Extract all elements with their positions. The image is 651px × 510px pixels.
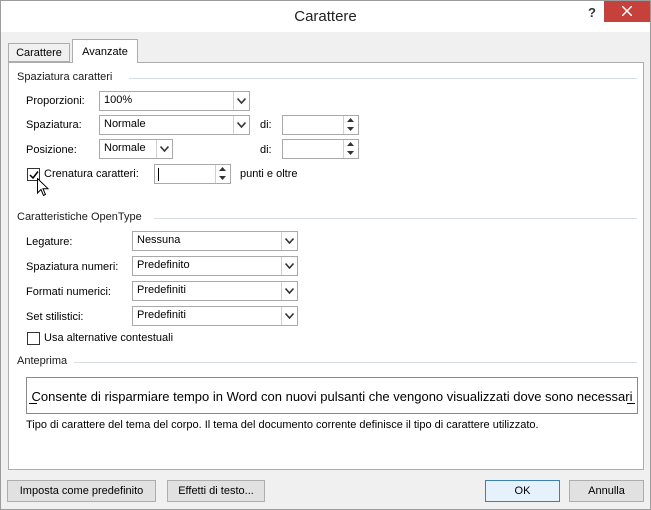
stylistic-sets-value: Predefiniti (137, 309, 186, 321)
chevron-down-icon[interactable] (281, 232, 297, 250)
spin-up-icon[interactable] (344, 140, 358, 149)
title-bar: Carattere ? (1, 1, 650, 32)
preview-section-title: Anteprima (17, 355, 68, 367)
section-divider (74, 362, 637, 363)
spinner-buttons (215, 165, 230, 183)
spacing-value: Normale (104, 118, 146, 130)
position-by-spinner[interactable] (282, 139, 359, 159)
ligatures-value: Nessuna (137, 234, 181, 246)
text-caret (158, 168, 159, 181)
preview-baseline-marker (627, 403, 635, 404)
advanced-tab-panel: Spaziatura caratteri Proporzioni: 100% S… (8, 62, 644, 470)
help-button[interactable]: ? (585, 5, 599, 21)
number-forms-combo[interactable]: Predefiniti (132, 281, 298, 301)
tab-avanzate[interactable]: Avanzate (72, 39, 138, 63)
spacing-label: Spaziatura: (26, 119, 82, 131)
number-spacing-combo[interactable]: Predefinito (132, 256, 298, 276)
chevron-down-icon[interactable] (233, 92, 249, 110)
contextual-alternates-checkbox[interactable] (27, 332, 40, 345)
proportions-value: 100% (104, 94, 133, 106)
ligatures-combo[interactable]: Nessuna (132, 231, 298, 251)
set-default-button[interactable]: Imposta come predefinito (7, 480, 156, 502)
ok-button[interactable]: OK (485, 480, 560, 502)
stylistic-sets-label: Set stilistici: (26, 311, 84, 323)
spinner-buttons (343, 140, 358, 158)
section-divider (154, 218, 637, 219)
spacing-section-title: Spaziatura caratteri (17, 71, 113, 83)
chevron-down-icon[interactable] (281, 307, 297, 325)
tab-carattere-label: Carattere (16, 47, 62, 59)
font-dialog: Carattere ? Carattere Avanzate Spaziatur… (0, 0, 651, 510)
number-spacing-value: Predefinito (137, 259, 190, 271)
spin-down-icon[interactable] (216, 174, 230, 183)
mouse-cursor-icon (37, 178, 49, 197)
section-divider (129, 78, 637, 79)
number-forms-label: Formati numerici: (26, 286, 111, 298)
spin-up-icon[interactable] (216, 165, 230, 174)
spin-down-icon[interactable] (344, 149, 358, 158)
contextual-alternates-label[interactable]: Usa alternative contestuali (44, 332, 173, 344)
chevron-down-icon[interactable] (281, 257, 297, 275)
kerning-suffix: punti e oltre (240, 168, 298, 180)
dialog-title: Carattere (294, 8, 357, 25)
spin-down-icon[interactable] (344, 125, 358, 134)
spacing-by-label: di: (260, 119, 272, 131)
kerning-spinner[interactable] (154, 164, 231, 184)
proportions-label: Proporzioni: (26, 95, 85, 107)
ligatures-label: Legature: (26, 236, 73, 248)
number-spacing-label: Spaziatura numeri: (26, 261, 119, 273)
stylistic-sets-combo[interactable]: Predefiniti (132, 306, 298, 326)
cancel-button[interactable]: Annulla (569, 480, 644, 502)
spacing-by-spinner[interactable] (282, 115, 359, 135)
preview-description: Tipo di carattere del tema del corpo. Il… (26, 419, 539, 431)
chevron-down-icon[interactable] (281, 282, 297, 300)
position-label: Posizione: (26, 144, 77, 156)
tab-avanzate-label: Avanzate (82, 46, 128, 58)
position-value: Normale (104, 142, 146, 154)
text-effects-button[interactable]: Effetti di testo... (167, 480, 265, 502)
position-combo[interactable]: Normale (99, 139, 173, 159)
number-forms-value: Predefiniti (137, 284, 186, 296)
opentype-section-title: Caratteristiche OpenType (17, 211, 142, 223)
chevron-down-icon[interactable] (233, 116, 249, 134)
position-by-label: di: (260, 144, 272, 156)
tab-carattere[interactable]: Carattere (8, 43, 70, 62)
preview-box: Consente di risparmiare tempo in Word co… (26, 377, 638, 414)
close-icon (621, 5, 633, 17)
spin-up-icon[interactable] (344, 116, 358, 125)
proportions-combo[interactable]: 100% (99, 91, 250, 111)
spinner-buttons (343, 116, 358, 134)
chevron-down-icon[interactable] (156, 140, 172, 158)
spacing-combo[interactable]: Normale (99, 115, 250, 135)
close-button[interactable] (604, 1, 650, 22)
kerning-label[interactable]: Crenatura caratteri: (44, 168, 139, 180)
preview-sample-text: Consente di risparmiare tempo in Word co… (31, 389, 633, 404)
